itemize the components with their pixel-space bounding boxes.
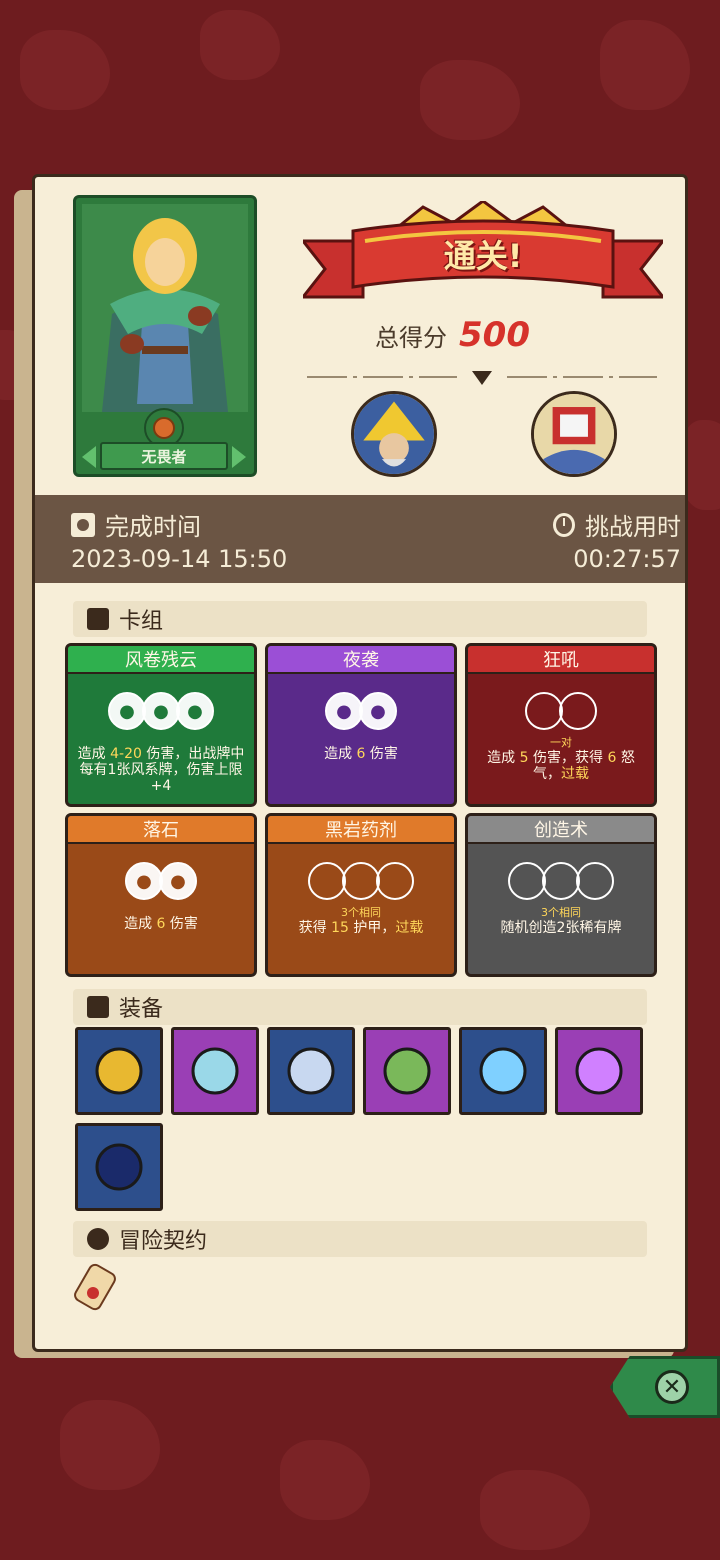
equipment-section-title: 装备 [119, 997, 164, 1022]
equipment-section-header: 装备 [73, 989, 647, 1025]
deck-card[interactable]: 风卷残云 ● ● ● 造成 4-20 伤害，出战牌中每有1张风系牌，伤害上限+4 [65, 643, 257, 807]
card-cost-slots [468, 692, 654, 730]
deck-card[interactable]: 狂吼一对 造成 5 伤害，获得 6 怒气，过载 [465, 643, 657, 807]
card-description-part: 4-20 [110, 746, 142, 762]
card-title: 黑岩药剂 [268, 816, 454, 844]
card-description-part: 过载 [395, 920, 424, 936]
card-description: 造成 4-20 伤害，出战牌中每有1张风系牌，伤害上限+4 [74, 746, 248, 794]
card-description-part: 15 [331, 920, 349, 936]
score-value: 500 [459, 315, 530, 355]
cards-icon [87, 608, 109, 630]
card-description: 造成 6 伤害 [74, 916, 248, 932]
card-title: 落石 [68, 816, 254, 844]
deck-card[interactable]: 黑岩药剂 3个相同 获得 15 护甲，过载 [265, 813, 457, 977]
challenge-time-label-group: 挑战用时 [553, 507, 681, 542]
contract-section-header: 冒险契约 [73, 1221, 647, 1257]
card-description-part: 伤害 [365, 746, 398, 762]
card-description: 获得 15 护甲，过载 [274, 920, 448, 936]
cost-slot: ● [108, 692, 146, 730]
deck-section-title: 卡组 [119, 609, 164, 634]
card-cost-slots [268, 862, 454, 900]
card-description-part: 造成 [124, 916, 157, 932]
cost-slot: ● [159, 862, 197, 900]
next-arrow-icon[interactable] [232, 446, 246, 468]
card-title: 夜袭 [268, 646, 454, 674]
dagger-icon[interactable] [171, 1027, 259, 1115]
card-description: 造成 6 伤害 [274, 746, 448, 762]
potion-icon[interactable] [555, 1027, 643, 1115]
cost-slot: ● [142, 692, 180, 730]
wizard-hat-icon[interactable] [75, 1123, 163, 1211]
challenge-time-label: 挑战用时 [585, 513, 681, 541]
cost-slot: ● [359, 692, 397, 730]
card-description-part: 获得 [298, 920, 332, 936]
cost-slot [542, 862, 580, 900]
card-cost-slots: ● ● ● [68, 692, 254, 730]
deck-section-header: 卡组 [73, 601, 647, 637]
card-description-part: 过载 [561, 766, 589, 782]
score-label: 总得分 [375, 323, 447, 352]
cost-slot [376, 862, 414, 900]
card-condition: 3个相同 [541, 906, 581, 919]
cost-slot [308, 862, 346, 900]
card-cost-slots: ● ● [68, 862, 254, 900]
card-cost-slots [468, 862, 654, 900]
cost-slot [342, 862, 380, 900]
card-description-part: 造成 [487, 750, 520, 766]
crystal-icon[interactable] [459, 1027, 547, 1115]
card-condition: 3个相同 [341, 906, 381, 919]
cost-slot [525, 692, 563, 730]
deck-card[interactable]: 夜袭 ● ● 造成 6 伤害 [265, 643, 457, 807]
card-description-part: 造成 [324, 746, 357, 762]
person-icon [87, 1228, 109, 1250]
deck-card[interactable]: 落石 ● ● 造成 6 伤害 [65, 813, 257, 977]
hero-name: 无畏者 [100, 442, 228, 470]
cost-slot [508, 862, 546, 900]
ring-icon[interactable] [75, 1027, 163, 1115]
hero-portrait [82, 204, 248, 412]
finish-time-value: 2023-09-14 15:50 [71, 545, 288, 573]
cost-slot [559, 692, 597, 730]
card-title: 风卷残云 [68, 646, 254, 674]
card-description-part: 5 [519, 750, 529, 766]
result-panel: 无畏者 通关! 总得分 500 完成时间 2023-09-14 15:50 挑战… [32, 174, 688, 1352]
stopwatch-icon [553, 512, 575, 537]
previous-arrow-icon[interactable] [82, 446, 96, 468]
close-icon: ✕ [655, 1370, 689, 1404]
victory-banner: 通关! [299, 199, 667, 311]
total-score: 总得分 500 [375, 315, 615, 355]
ornament-divider [307, 371, 657, 385]
card-description-part: 伤害 [165, 916, 198, 932]
card-description-part: 造成 [77, 746, 111, 762]
compass-icon[interactable] [267, 1027, 355, 1115]
close-button[interactable]: ✕ [610, 1356, 720, 1418]
leaf-ring-icon[interactable] [363, 1027, 451, 1115]
card-condition: 一对 [550, 736, 572, 749]
card-title: 创造术 [468, 816, 654, 844]
time-info-bar: 完成时间 2023-09-14 15:50 挑战用时 00:27:57 [35, 495, 685, 583]
card-cost-slots: ● ● [268, 692, 454, 730]
card-title: 狂吼 [468, 646, 654, 674]
card-description-part: 随机创造2张稀有牌 [500, 920, 622, 936]
film-icon [71, 512, 95, 537]
victory-title: 通关! [443, 237, 523, 275]
defeated-boss-wizard-avatar[interactable] [351, 391, 437, 477]
deck-card[interactable]: 创造术 3个相同 随机创造2张稀有牌 [465, 813, 657, 977]
box-icon [87, 996, 109, 1018]
cost-slot [576, 862, 614, 900]
finish-time-label: 完成时间 [105, 513, 201, 541]
finish-time-label-group: 完成时间 [71, 507, 201, 542]
cost-slot: ● [325, 692, 363, 730]
cost-slot: ● [125, 862, 163, 900]
cost-slot: ● [176, 692, 214, 730]
defeated-boss-drum-avatar[interactable] [531, 391, 617, 477]
scroll-contract-icon[interactable] [71, 1263, 119, 1315]
card-description: 随机创造2张稀有牌 [474, 920, 648, 936]
challenge-time-value: 00:27:57 [573, 545, 681, 573]
card-description-part: 护甲， [348, 920, 396, 936]
card-description: 造成 5 伤害，获得 6 怒气，过载 [474, 750, 648, 782]
card-description-part: 伤害，获得 [528, 750, 608, 766]
hero-card[interactable]: 无畏者 [73, 195, 257, 477]
contract-section-title: 冒险契约 [119, 1229, 208, 1254]
